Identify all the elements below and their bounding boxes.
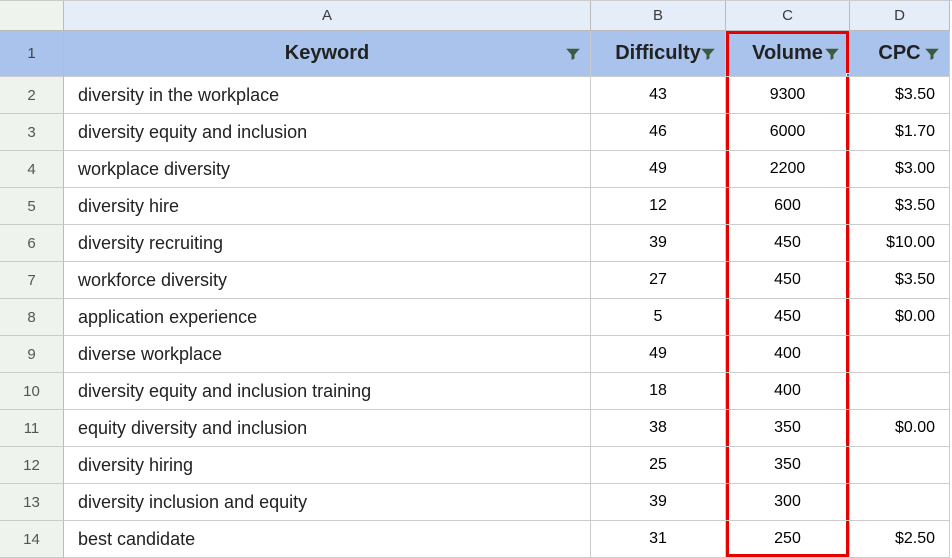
cell-cpc[interactable]: $1.70 [850,114,950,151]
cell-volume[interactable]: 350 [726,447,850,484]
cell-keyword[interactable]: diversity equity and inclusion training [64,373,591,410]
cell-keyword[interactable]: diversity equity and inclusion [64,114,591,151]
cell-cpc[interactable]: $3.50 [850,77,950,114]
row-header-1[interactable]: 1 [0,31,64,77]
cell-cpc[interactable]: $0.00 [850,410,950,447]
cell-difficulty[interactable]: 12 [591,188,726,225]
cell-volume[interactable]: 300 [726,484,850,521]
row-header[interactable]: 12 [0,447,64,484]
corner-cell[interactable] [0,1,64,31]
cell-volume[interactable]: 450 [726,299,850,336]
cell-difficulty[interactable]: 39 [591,484,726,521]
row-header[interactable]: 13 [0,484,64,521]
row-header[interactable]: 2 [0,77,64,114]
cell-difficulty[interactable]: 38 [591,410,726,447]
cell-difficulty[interactable]: 43 [591,77,726,114]
cell-volume[interactable]: 400 [726,336,850,373]
cell-difficulty[interactable]: 49 [591,151,726,188]
cell-cpc[interactable] [850,447,950,484]
cell-keyword[interactable]: best candidate [64,521,591,558]
cell-keyword[interactable]: diversity in the workplace [64,77,591,114]
cell-keyword[interactable]: workplace diversity [64,151,591,188]
cell-difficulty[interactable]: 46 [591,114,726,151]
col-header-d[interactable]: D [850,1,950,31]
cell-difficulty[interactable]: 5 [591,299,726,336]
cell-keyword[interactable]: diversity hire [64,188,591,225]
filter-icon[interactable] [564,45,582,63]
cell-difficulty[interactable]: 39 [591,225,726,262]
header-volume-label: Volume [752,42,823,65]
cell-difficulty[interactable]: 31 [591,521,726,558]
header-keyword[interactable]: Keyword [64,31,591,77]
row-header[interactable]: 5 [0,188,64,225]
cell-volume[interactable]: 6000 [726,114,850,151]
cell-cpc[interactable]: $3.50 [850,262,950,299]
cell-volume[interactable]: 450 [726,225,850,262]
row-header[interactable]: 8 [0,299,64,336]
cell-volume[interactable]: 2200 [726,151,850,188]
cell-difficulty[interactable]: 49 [591,336,726,373]
header-keyword-label: Keyword [285,42,369,65]
cell-keyword[interactable]: application experience [64,299,591,336]
row-header[interactable]: 7 [0,262,64,299]
cell-volume[interactable]: 450 [726,262,850,299]
cell-cpc[interactable]: $3.50 [850,188,950,225]
cell-cpc[interactable]: $2.50 [850,521,950,558]
row-header[interactable]: 14 [0,521,64,558]
cell-cpc[interactable]: $3.00 [850,151,950,188]
cell-cpc[interactable]: $10.00 [850,225,950,262]
cell-keyword[interactable]: equity diversity and inclusion [64,410,591,447]
filter-icon[interactable] [923,45,941,63]
row-header[interactable]: 11 [0,410,64,447]
cell-difficulty[interactable]: 18 [591,373,726,410]
cell-volume[interactable]: 600 [726,188,850,225]
row-header[interactable]: 6 [0,225,64,262]
cell-volume[interactable]: 350 [726,410,850,447]
row-header[interactable]: 10 [0,373,64,410]
cell-keyword[interactable]: diverse workplace [64,336,591,373]
col-header-c[interactable]: C [726,1,850,31]
cell-cpc[interactable] [850,336,950,373]
cell-keyword[interactable]: diversity recruiting [64,225,591,262]
cell-volume[interactable]: 250 [726,521,850,558]
cell-difficulty[interactable]: 27 [591,262,726,299]
cell-cpc[interactable] [850,373,950,410]
spreadsheet[interactable]: A B C D 1 Keyword Difficulty Volume CPC [0,0,952,558]
cell-difficulty[interactable]: 25 [591,447,726,484]
row-header[interactable]: 9 [0,336,64,373]
cell-volume[interactable]: 9300 [726,77,850,114]
cell-keyword[interactable]: workforce diversity [64,262,591,299]
cell-keyword[interactable]: diversity hiring [64,447,591,484]
row-header[interactable]: 4 [0,151,64,188]
col-header-b[interactable]: B [591,1,726,31]
cell-keyword[interactable]: diversity inclusion and equity [64,484,591,521]
header-cpc-label: CPC [878,42,920,65]
filter-icon[interactable] [699,45,717,63]
header-cpc[interactable]: CPC [850,31,950,77]
row-header[interactable]: 3 [0,114,64,151]
cell-cpc[interactable] [850,484,950,521]
header-difficulty-label: Difficulty [615,42,701,65]
header-difficulty[interactable]: Difficulty [591,31,726,77]
cell-cpc[interactable]: $0.00 [850,299,950,336]
filter-icon[interactable] [823,45,841,63]
header-volume[interactable]: Volume [726,31,850,77]
col-header-a[interactable]: A [64,1,591,31]
cell-volume[interactable]: 400 [726,373,850,410]
